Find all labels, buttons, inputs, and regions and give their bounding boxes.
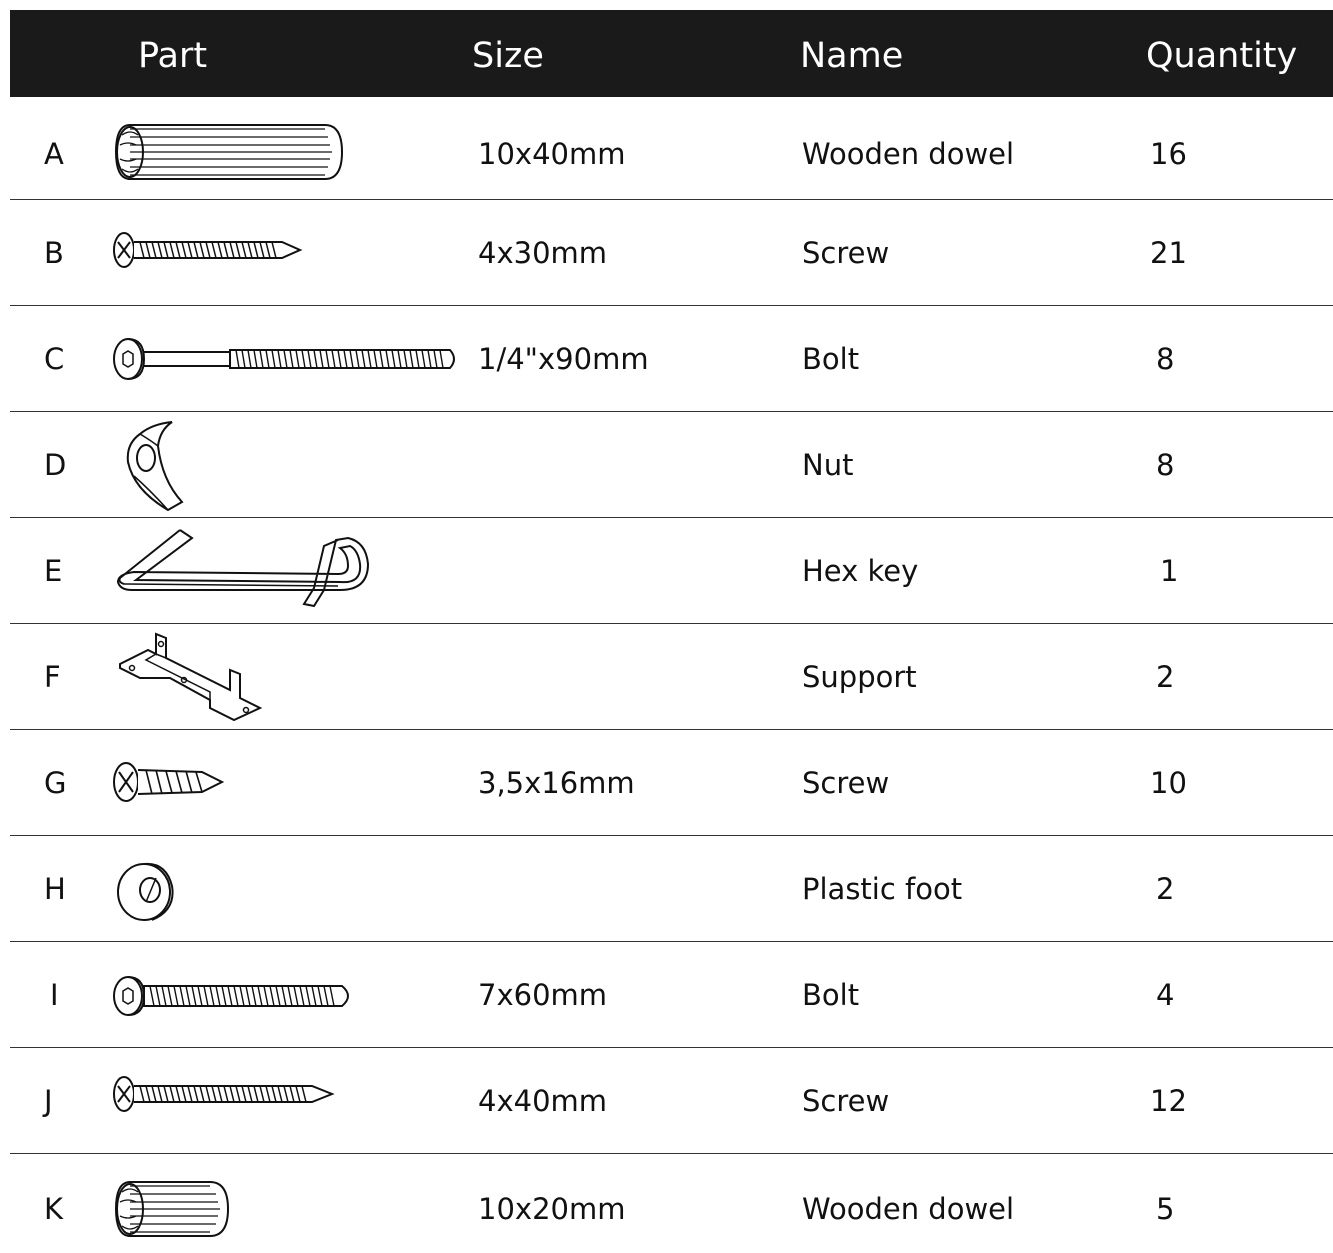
part-quantity: 10: [1150, 766, 1187, 800]
part-name: Bolt: [802, 342, 860, 376]
part-name: Screw: [802, 236, 890, 270]
table-row: B 4x30mm Screw 21: [10, 200, 1333, 306]
header-part: Part: [138, 36, 208, 76]
header-quantity: Quantity: [1146, 36, 1298, 76]
part-letter: G: [44, 766, 67, 800]
table-row: E Hex key 1: [10, 518, 1333, 624]
part-name: Screw: [802, 766, 890, 800]
header-name: Name: [800, 36, 904, 76]
wooden-dowel-long-icon: [110, 121, 350, 183]
part-quantity: 12: [1150, 1084, 1187, 1118]
table-row: J 4x40mm Screw 12: [10, 1048, 1333, 1154]
part-letter: D: [44, 448, 67, 482]
part-size: 1/4"x90mm: [478, 342, 649, 376]
screw-icon: [110, 230, 310, 270]
table-row: H Plastic foot 2: [10, 836, 1333, 942]
bolt-icon: [110, 974, 360, 1018]
part-quantity: 2: [1156, 872, 1175, 906]
table-row: F Support 2: [10, 624, 1333, 730]
part-size: 7x60mm: [478, 978, 608, 1012]
part-letter: B: [44, 236, 64, 270]
part-name: Nut: [802, 448, 854, 482]
hex-key-icon: [110, 528, 370, 612]
part-quantity: 21: [1150, 236, 1187, 270]
part-name: Support: [802, 660, 917, 694]
part-quantity: 1: [1160, 554, 1179, 588]
part-quantity: 5: [1156, 1192, 1175, 1226]
plastic-foot-icon: [110, 858, 190, 922]
part-name: Bolt: [802, 978, 860, 1012]
long-bolt-icon: [110, 336, 465, 382]
part-quantity: 4: [1156, 978, 1175, 1012]
part-letter: A: [44, 137, 64, 171]
table-header: Part Size Name Quantity: [10, 10, 1333, 97]
part-letter: I: [50, 978, 59, 1012]
wooden-dowel-short-icon: [110, 1178, 234, 1240]
table-row: C 1/4"x90mm Bolt 8: [10, 306, 1333, 412]
part-size: 4x30mm: [478, 236, 608, 270]
part-name: Hex key: [802, 554, 919, 588]
part-quantity: 8: [1156, 448, 1175, 482]
table-row: A 10x40mm Wooden dowel 16: [10, 97, 1333, 200]
table-row: K 10x20mm Wooden dowel 5: [10, 1154, 1333, 1253]
part-letter: K: [44, 1192, 64, 1226]
part-size: 10x20mm: [478, 1192, 626, 1226]
long-screw-icon: [110, 1074, 340, 1114]
table-row: G 3,5x16mm Screw 10: [10, 730, 1333, 836]
part-quantity: 16: [1150, 137, 1187, 171]
header-size: Size: [472, 36, 544, 76]
barrel-nut-icon: [110, 420, 190, 512]
part-quantity: 2: [1156, 660, 1175, 694]
part-letter: C: [44, 342, 65, 376]
part-letter: H: [44, 872, 66, 906]
part-size: 10x40mm: [478, 137, 626, 171]
support-bracket-icon: [110, 630, 270, 722]
part-name: Screw: [802, 1084, 890, 1118]
part-letter: J: [44, 1084, 53, 1118]
part-letter: F: [44, 660, 61, 694]
part-name: Wooden dowel: [802, 137, 1015, 171]
part-size: 4x40mm: [478, 1084, 608, 1118]
part-letter: E: [44, 554, 63, 588]
table-row: D Nut 8: [10, 412, 1333, 518]
part-quantity: 8: [1156, 342, 1175, 376]
part-size: 3,5x16mm: [478, 766, 635, 800]
part-name: Plastic foot: [802, 872, 963, 906]
part-name: Wooden dowel: [802, 1192, 1015, 1226]
table-row: I 7x60mm Bolt 4: [10, 942, 1333, 1048]
short-screw-icon: [110, 760, 230, 804]
